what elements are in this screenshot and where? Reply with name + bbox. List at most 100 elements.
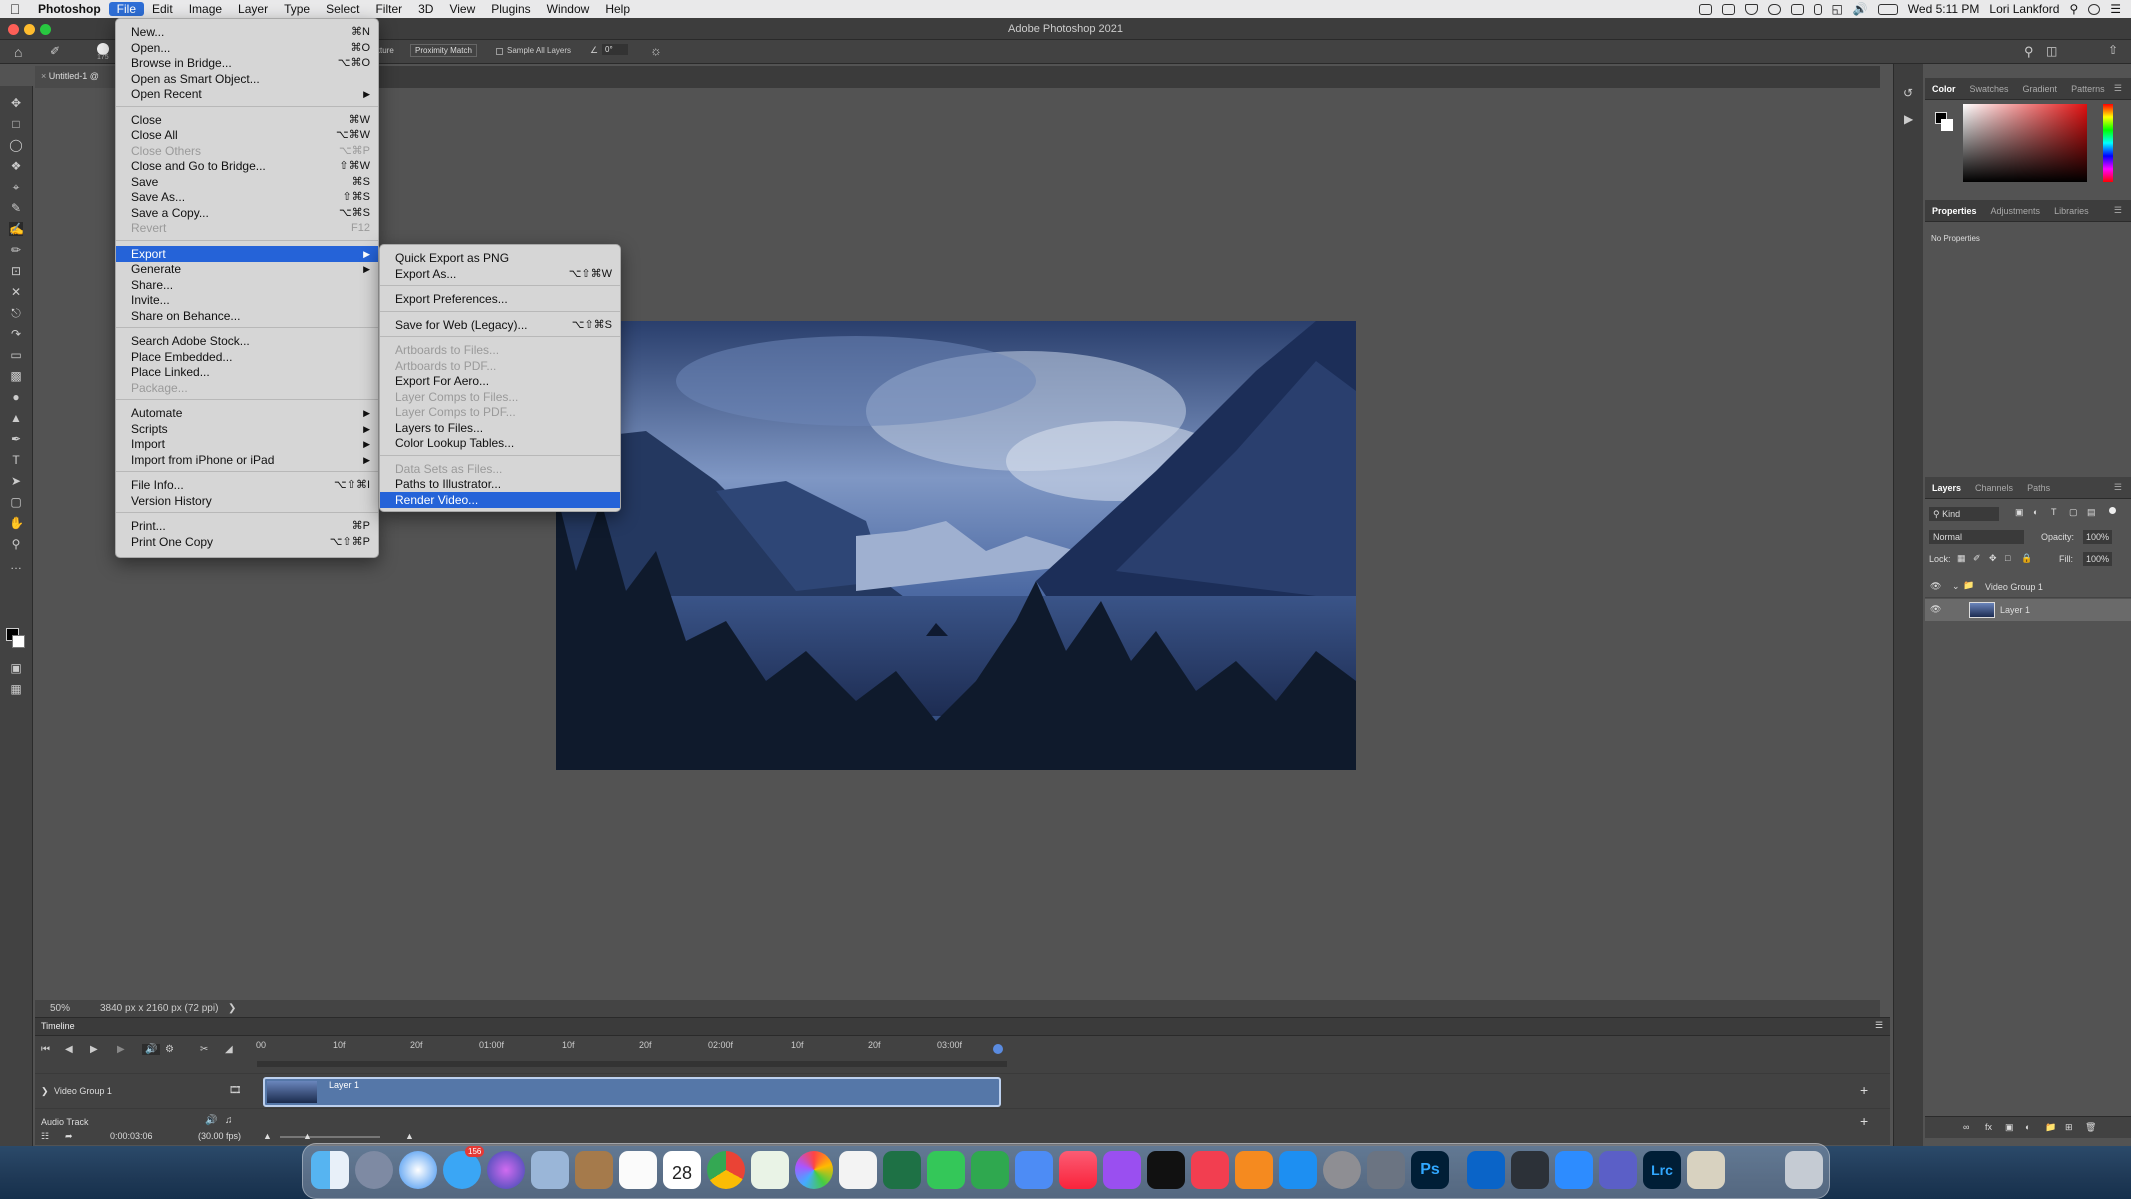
music-note-icon[interactable]: ♫	[225, 1115, 233, 1126]
zoom-level[interactable]: 50%	[50, 1003, 70, 1014]
trash-icon[interactable]	[1785, 1151, 1823, 1189]
blend-mode-select[interactable]: Normal	[1929, 530, 2024, 544]
menu-item-save[interactable]: Save ⌘S	[116, 174, 378, 190]
menu-plugins[interactable]: Plugins	[483, 2, 538, 16]
menu-item-paths-to-illustrator[interactable]: Paths to Illustrator...	[380, 476, 620, 492]
quick-select-tool-icon[interactable]: ❖	[9, 159, 23, 173]
type-tool-icon[interactable]: T	[9, 453, 23, 467]
filter-toggle-icon[interactable]	[2109, 507, 2116, 514]
menu-item-version-history[interactable]: Version History	[116, 493, 378, 509]
work-area-bar[interactable]	[257, 1061, 1007, 1067]
timeline-ruler[interactable]: 00 10f 20f 01:00f 10f 20f 02:00f 10f 20f…	[255, 1040, 1055, 1054]
calendar-icon[interactable]: 28	[663, 1151, 701, 1189]
opacity-input[interactable]: 100%	[2083, 530, 2113, 544]
transition-icon[interactable]: ◢	[225, 1044, 233, 1055]
lasso-tool-icon[interactable]: ◯	[9, 138, 23, 152]
lock-artboard-icon[interactable]: □	[2005, 553, 2010, 563]
teams-icon[interactable]	[1599, 1151, 1637, 1189]
lock-paint-icon[interactable]: ✐	[1973, 553, 1981, 564]
path-select-tool-icon[interactable]: ➤	[9, 474, 23, 488]
user-name[interactable]: Lori Lankford	[1989, 2, 2059, 16]
visibility-eye-icon[interactable]: 👁	[1930, 581, 1941, 592]
convert-frame-icon[interactable]: ☷	[41, 1131, 49, 1142]
menu-item-save-for-web-legacy[interactable]: Save for Web (Legacy)... ⌥⇧⌘S	[380, 317, 620, 333]
history-brush-tool-icon[interactable]: ↷	[9, 327, 23, 341]
fx-icon[interactable]: fx	[1985, 1122, 1992, 1132]
lock-all-icon[interactable]: 🔒	[2021, 553, 2032, 564]
quick-mask-icon[interactable]: ▣	[9, 661, 23, 675]
spotlight-search-icon[interactable]: ⚲	[2069, 2, 2078, 16]
minimize-window-button[interactable]	[24, 24, 35, 35]
menu-item-scripts[interactable]: Scripts ▶	[116, 421, 378, 437]
camera-icon[interactable]	[1721, 3, 1735, 15]
shield-icon[interactable]	[1744, 3, 1758, 15]
control-center-icon[interactable]: ☰	[2110, 2, 2121, 16]
marquee-tool-icon[interactable]: □	[9, 117, 23, 131]
music-icon[interactable]	[1059, 1151, 1097, 1189]
menu-item-share-on-behance[interactable]: Share on Behance...	[116, 308, 378, 324]
go-to-first-frame-icon[interactable]: ⏮	[41, 1044, 50, 1055]
apple-tv-icon[interactable]	[1147, 1151, 1185, 1189]
menu-item-save-as[interactable]: Save As... ⇧⌘S	[116, 189, 378, 205]
menu-type[interactable]: Type	[276, 2, 318, 16]
menu-item-search-adobe-stock[interactable]: Search Adobe Stock...	[116, 333, 378, 349]
menu-item-export-as[interactable]: Export As... ⌥⇧⌘W	[380, 266, 620, 282]
numbers-icon[interactable]	[971, 1151, 1009, 1189]
healing-brush-tool-icon[interactable]: ✍	[9, 222, 24, 236]
tab-paths[interactable]: Paths	[2020, 483, 2057, 493]
menu-help[interactable]: Help	[597, 2, 638, 16]
zoom-icon[interactable]	[1555, 1151, 1593, 1189]
menu-item-open-recent[interactable]: Open Recent ▶	[116, 86, 378, 102]
new-layer-icon[interactable]: ⊞	[2065, 1122, 2073, 1133]
filter-smart-icon[interactable]: ▤	[2087, 507, 2096, 518]
menu-item-color-lookup-tables[interactable]: Color Lookup Tables...	[380, 435, 620, 451]
menu-edit[interactable]: Edit	[144, 2, 181, 16]
menu-item-print[interactable]: Print... ⌘P	[116, 518, 378, 534]
app-menu[interactable]: Photoshop	[30, 2, 109, 16]
delete-layer-icon[interactable]: 🗑	[2085, 1122, 2096, 1133]
keynote-icon[interactable]	[1015, 1151, 1053, 1189]
tool-preset-icon[interactable]: ✐	[50, 44, 60, 58]
proximity-match-button[interactable]: Proximity Match	[410, 44, 477, 57]
layer-row[interactable]: 👁 ⌄ 📁 Video Group 1	[1925, 576, 2131, 598]
facetime-icon[interactable]	[927, 1151, 965, 1189]
layer-row-selected[interactable]: 👁 Layer 1	[1925, 599, 2131, 621]
menu-item-invite[interactable]: Invite...	[116, 292, 378, 308]
dodge-tool-icon[interactable]: ▲	[9, 411, 23, 425]
move-tool-icon[interactable]: ✥	[9, 96, 23, 110]
add-audio-icon[interactable]: +	[1860, 1113, 1868, 1129]
tab-patterns[interactable]: Patterns	[2064, 84, 2112, 94]
menu-item-open[interactable]: Open... ⌘O	[116, 40, 378, 56]
lock-pixels-icon[interactable]: ▦	[1957, 553, 1966, 564]
menu-window[interactable]: Window	[539, 2, 598, 16]
maps-icon[interactable]	[751, 1151, 789, 1189]
launchpad-icon[interactable]	[355, 1151, 393, 1189]
photos-icon[interactable]	[795, 1151, 833, 1189]
app-store-icon[interactable]	[1279, 1151, 1317, 1189]
tab-adjustments[interactable]: Adjustments	[1984, 206, 2048, 216]
hand-tool-icon[interactable]: ✋	[9, 516, 24, 530]
menu-item-browse-in-bridge[interactable]: Browse in Bridge... ⌥⌘O	[116, 55, 378, 71]
puppet-warp-tool-icon[interactable]: ✕	[9, 285, 23, 299]
panel-menu-icon[interactable]: ☰	[2107, 482, 2129, 493]
reminders-icon[interactable]	[619, 1151, 657, 1189]
menu-item-layers-to-files[interactable]: Layers to Files...	[380, 420, 620, 436]
menu-view[interactable]: View	[441, 2, 483, 16]
sample-all-checkbox[interactable]	[496, 48, 503, 55]
menu-item-generate[interactable]: Generate ▶	[116, 261, 378, 277]
zoom-slider-thumb[interactable]: ▲	[303, 1131, 312, 1141]
status-menu-arrow[interactable]: ❯	[228, 1003, 236, 1014]
zoom-status-icon[interactable]	[1790, 3, 1804, 15]
tab-libraries[interactable]: Libraries	[2047, 206, 2096, 216]
canvas-image[interactable]	[556, 321, 1356, 770]
menu-item-import-from-iphone-or-ipad[interactable]: Import from iPhone or iPad ▶	[116, 452, 378, 468]
cloud-icon[interactable]	[1767, 3, 1781, 15]
fill-input[interactable]: 100%	[2083, 552, 2113, 566]
siri-icon[interactable]	[2088, 3, 2101, 15]
add-media-icon[interactable]: +	[1860, 1082, 1868, 1098]
zoom-in-icon[interactable]: ▲	[405, 1131, 414, 1141]
siri-app-icon[interactable]	[487, 1151, 525, 1189]
contacts-icon[interactable]	[575, 1151, 613, 1189]
outlook-icon[interactable]	[1467, 1151, 1505, 1189]
lock-position-icon[interactable]: ✥	[1989, 553, 1997, 564]
